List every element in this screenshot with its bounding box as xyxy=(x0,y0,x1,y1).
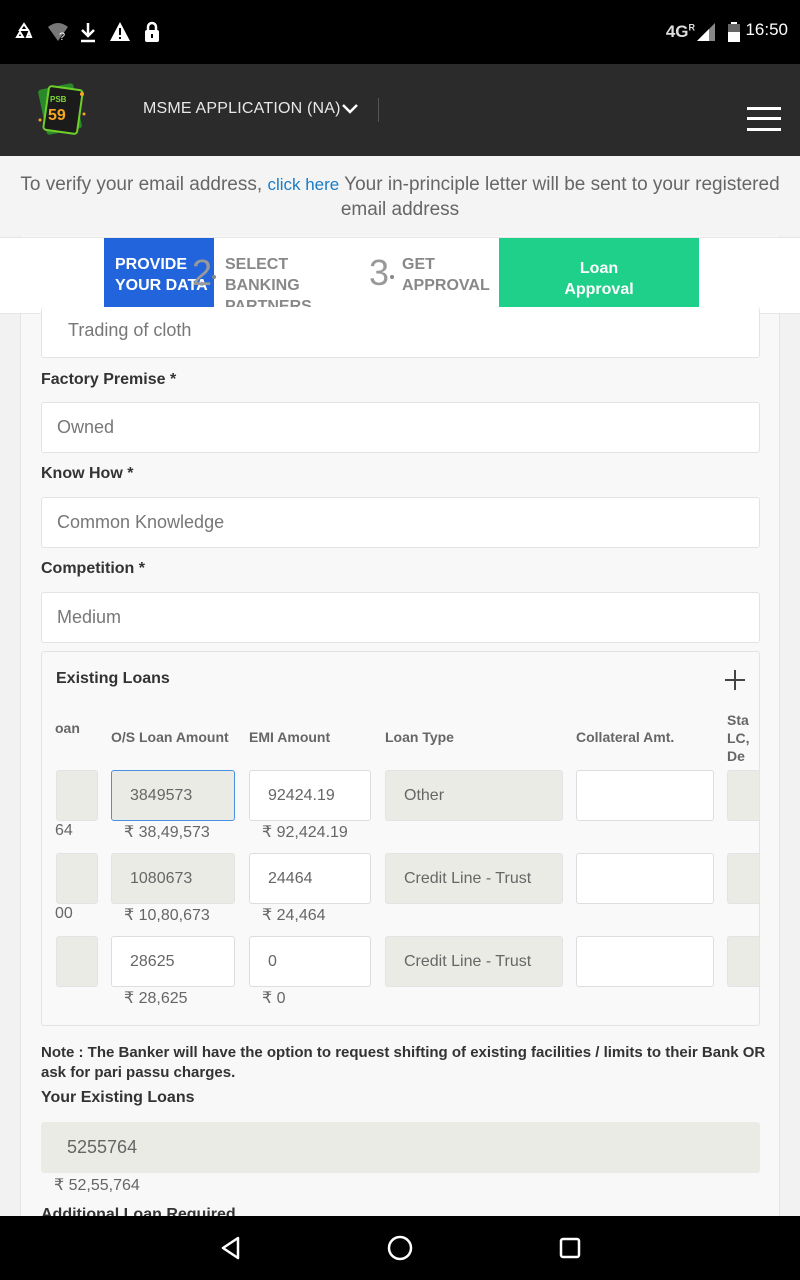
collateral-input[interactable] xyxy=(576,936,714,987)
psb59-logo[interactable]: PSB 59 xyxy=(36,80,88,140)
header-divider xyxy=(378,98,379,122)
step-loan-approval[interactable]: Loan Approval xyxy=(499,238,699,313)
business-activity-field[interactable]: Trading of cloth xyxy=(41,307,760,358)
emi-amount-formatted: ₹ 92,424.19 xyxy=(262,824,348,841)
step-number: 3 xyxy=(369,252,390,293)
loan-type-select[interactable]: Credit Line - Trust xyxy=(385,936,563,987)
competition-select[interactable]: Medium xyxy=(41,592,760,643)
android-nav-bar xyxy=(0,1216,800,1280)
network-type: 4GR xyxy=(665,22,695,41)
loan-amount-formatted: 64 xyxy=(55,822,73,839)
step-number: 2 xyxy=(192,252,213,293)
recents-icon[interactable] xyxy=(559,1237,581,1259)
emi-amount-input[interactable]: 24464 xyxy=(249,853,371,904)
app-title[interactable]: MSME APPLICATION (NA) xyxy=(143,100,341,118)
col-loan: oan xyxy=(55,720,80,736)
step-dot xyxy=(390,275,394,279)
emi-amount-input[interactable]: 92424.19 xyxy=(249,770,371,821)
status-input[interactable] xyxy=(727,770,759,821)
battery-icon xyxy=(722,20,746,44)
signal-icon xyxy=(694,20,718,44)
banker-note: Note : The Banker will have the option t… xyxy=(41,1044,766,1081)
collateral-input[interactable] xyxy=(576,853,714,904)
your-existing-loans-label: Your Existing Loans xyxy=(41,1089,195,1106)
col-status: Sta LC, De xyxy=(727,711,750,765)
recycle-icon xyxy=(12,20,36,44)
back-icon[interactable] xyxy=(219,1236,243,1260)
app-header: PSB 59 MSME APPLICATION (NA) xyxy=(0,64,800,156)
verify-text-before: To verify your email address, xyxy=(20,174,268,195)
col-status-line: LC, xyxy=(727,730,750,746)
know-how-select[interactable]: Common Knowledge xyxy=(41,497,760,548)
status-input[interactable] xyxy=(727,936,759,987)
svg-text:PSB: PSB xyxy=(50,95,67,104)
step-select-banking-partners[interactable]: SELECT BANKING PARTNERS xyxy=(225,238,385,315)
col-emi-amount: EMI Amount xyxy=(249,729,331,745)
lock-icon xyxy=(140,20,164,44)
factory-premise-select[interactable]: Owned xyxy=(41,402,760,453)
svg-text:?: ? xyxy=(59,31,65,43)
os-loan-amount-input[interactable]: 28625 xyxy=(111,936,235,987)
verify-text-after: Your in-principle letter will be sent to… xyxy=(339,174,780,220)
emi-amount-formatted: ₹ 24,464 xyxy=(262,907,326,924)
os-loan-amount-input[interactable]: 3849573 xyxy=(111,770,235,821)
your-existing-loans-formatted: ₹ 52,55,764 xyxy=(54,1177,140,1194)
loan-amount-input[interactable] xyxy=(56,936,98,987)
step-dot xyxy=(212,275,216,279)
your-existing-loans-value: 5255764 xyxy=(41,1122,760,1173)
factory-premise-label: Factory Premise * xyxy=(41,371,177,388)
step-label: APPROVAL xyxy=(402,277,490,294)
status-bar: ? 4GR 16:50 xyxy=(0,0,800,64)
loan-type-select[interactable]: Credit Line - Trust xyxy=(385,853,563,904)
competition-label: Competition * xyxy=(41,560,145,577)
click-here-link[interactable]: click here xyxy=(267,175,339,194)
existing-loans-panel: Existing Loans oan O/S Loan Amount EMI A… xyxy=(41,651,760,1026)
step-label: SELECT xyxy=(225,256,289,273)
loan-amount-input[interactable] xyxy=(56,853,98,904)
emi-amount-formatted: ₹ 0 xyxy=(262,990,286,1007)
download-icon xyxy=(76,20,100,44)
add-loan-icon[interactable] xyxy=(724,669,746,691)
know-how-label: Know How * xyxy=(41,465,134,482)
app-root: ? 4GR 16:50 PSB 59 MSME APPLICATION (NA)… xyxy=(0,0,800,1280)
os-loan-amount-formatted: ₹ 10,80,673 xyxy=(124,907,210,924)
collateral-input[interactable] xyxy=(576,770,714,821)
step-label: Approval xyxy=(564,281,634,298)
loan-amount-formatted: 00 xyxy=(55,905,73,922)
step-get-approval[interactable]: GET APPROVAL xyxy=(402,238,497,313)
svg-text:59: 59 xyxy=(48,107,66,124)
col-loan-type: Loan Type xyxy=(385,729,454,745)
verify-email-banner: To verify your email address, click here… xyxy=(0,156,800,236)
col-status-line: Sta xyxy=(727,712,749,728)
step-label: Loan xyxy=(579,260,619,277)
wifi-unknown-icon: ? xyxy=(46,20,70,44)
col-status-line: De xyxy=(727,748,745,764)
menu-icon[interactable] xyxy=(747,107,781,131)
col-os-loan-amount: O/S Loan Amount xyxy=(111,729,229,745)
col-collateral: Collateral Amt. xyxy=(576,729,675,745)
step-label: GET xyxy=(402,256,435,273)
loan-type-select[interactable]: Other xyxy=(385,770,563,821)
warning-icon xyxy=(108,20,132,44)
loan-amount-input[interactable] xyxy=(56,770,98,821)
chevron-down-icon[interactable] xyxy=(340,98,360,118)
os-loan-amount-formatted: ₹ 38,49,573 xyxy=(124,824,210,841)
emi-amount-input[interactable]: 0 xyxy=(249,936,371,987)
os-loan-amount-formatted: ₹ 28,625 xyxy=(124,990,188,1007)
status-input[interactable] xyxy=(727,853,759,904)
clock: 16:50 xyxy=(745,20,788,39)
existing-loans-title: Existing Loans xyxy=(56,670,170,687)
os-loan-amount-input[interactable]: 1080673 xyxy=(111,853,235,904)
home-icon[interactable] xyxy=(387,1235,413,1261)
progress-stepper: PROVIDE YOUR DATA 2 SELECT BANKING PARTN… xyxy=(0,237,800,315)
